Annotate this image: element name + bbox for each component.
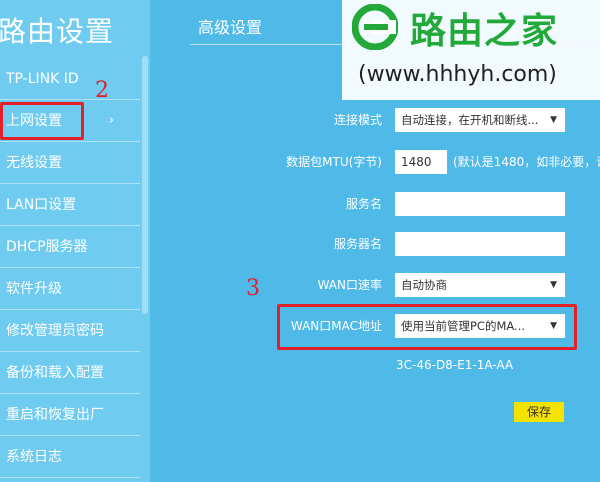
mtu-label: 数据包MTU(字节) xyxy=(286,155,382,169)
server-name-row: 服务器名 xyxy=(150,232,600,256)
mtu-row: 数据包MTU(字节) (默认是1480，如非必要，请 xyxy=(150,150,600,174)
sidebar-item-label: LAN口设置 xyxy=(6,197,77,213)
sidebar-scrollbar[interactable] xyxy=(142,56,148,314)
sidebar-item-system-log[interactable]: 系统日志 xyxy=(0,436,140,478)
watermark-url: (www.hhhyh.com) xyxy=(358,62,557,87)
router-settings-page: 路由设置 TP-LINK ID 上网设置 › 无线设置 LAN口设置 DHCP服务… xyxy=(0,0,600,482)
wan-speed-value: 自动协商 xyxy=(401,278,447,292)
wan-speed-select[interactable]: 自动协商 ▼ xyxy=(395,273,565,297)
sidebar-item-tplink-id[interactable]: TP-LINK ID xyxy=(0,58,140,100)
sidebar-item-label: 软件升级 xyxy=(6,281,62,297)
sidebar-item-lan[interactable]: LAN口设置 xyxy=(0,184,140,226)
connection-mode-value: 自动连接，在开机和断线... xyxy=(401,113,539,127)
sidebar-item-wireless[interactable]: 无线设置 xyxy=(0,142,140,184)
sidebar-item-label: 备份和载入配置 xyxy=(6,365,104,381)
sidebar-title: 路由设置 xyxy=(0,15,115,48)
save-button[interactable]: 保存 xyxy=(514,402,564,422)
chevron-right-icon: › xyxy=(108,113,114,128)
watermark-brand: 路由之家 xyxy=(410,11,559,52)
annotation-number-step3: 3 xyxy=(246,276,260,301)
watermark: 路由之家 (www.hhhyh.com) xyxy=(342,0,600,100)
sidebar-item-label: 无线设置 xyxy=(6,155,62,171)
connection-mode-select[interactable]: 自动连接，在开机和断线... ▼ xyxy=(395,108,565,132)
annotation-box-step3 xyxy=(277,304,577,350)
sidebar-item-firmware[interactable]: 软件升级 xyxy=(0,268,140,310)
server-name-label: 服务器名 xyxy=(333,237,382,251)
server-name-input[interactable] xyxy=(395,232,565,256)
sidebar-item-label: TP-LINK ID xyxy=(6,71,79,87)
sidebar-item-admin-password[interactable]: 修改管理员密码 xyxy=(0,310,140,352)
sidebar: 路由设置 TP-LINK ID 上网设置 › 无线设置 LAN口设置 DHCP服务… xyxy=(0,0,150,482)
mtu-hint: (默认是1480，如非必要，请 xyxy=(453,155,600,169)
sidebar-item-label: 系统日志 xyxy=(6,449,62,465)
dropdown-arrow-icon: ▼ xyxy=(550,115,557,125)
wan-speed-row: WAN口速率 自动协商 ▼ xyxy=(150,273,600,297)
sidebar-item-reboot[interactable]: 重启和恢复出厂 xyxy=(0,394,140,436)
page-title: 高级设置 xyxy=(198,18,263,37)
connection-mode-label: 连接模式 xyxy=(333,113,382,127)
brand-logo-icon xyxy=(352,4,398,50)
sidebar-item-label: 修改管理员密码 xyxy=(6,323,104,339)
wan-speed-label: WAN口速率 xyxy=(317,278,382,292)
mac-address-value: 3C-46-D8-E1-1A-AA xyxy=(396,358,514,372)
sidebar-item-label: 重启和恢复出厂 xyxy=(6,407,104,423)
service-name-row: 服务名 xyxy=(150,192,600,216)
mtu-input[interactable] xyxy=(395,150,447,174)
sidebar-item-backup[interactable]: 备份和载入配置 xyxy=(0,352,140,394)
dropdown-arrow-icon: ▼ xyxy=(550,280,557,290)
connection-mode-row: 连接模式 自动连接，在开机和断线... ▼ xyxy=(150,108,600,132)
service-name-label: 服务名 xyxy=(345,197,382,211)
annotation-box-step2 xyxy=(0,102,84,140)
sidebar-item-label: DHCP服务器 xyxy=(6,239,88,255)
service-name-input[interactable] xyxy=(395,192,565,216)
sidebar-item-dhcp[interactable]: DHCP服务器 xyxy=(0,226,140,268)
annotation-number-step2: 2 xyxy=(95,78,109,103)
